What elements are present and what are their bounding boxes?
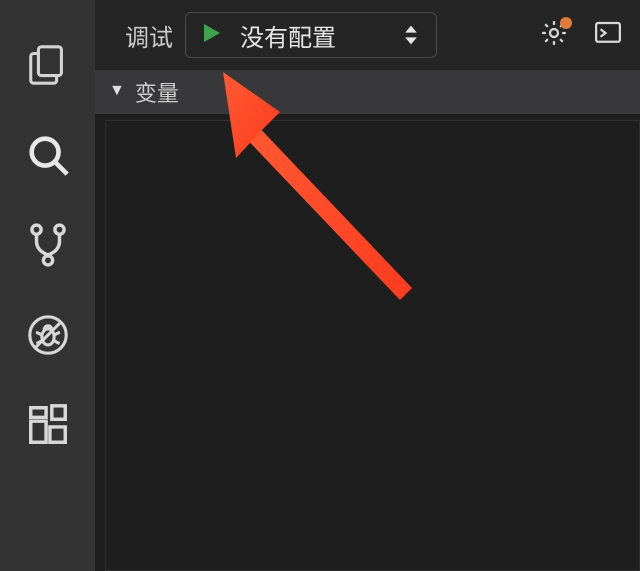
settings-badge <box>560 17 572 29</box>
disclosure-triangle-icon: ▼ <box>109 82 125 100</box>
console-icon <box>593 18 623 53</box>
search-icon <box>25 132 71 183</box>
variables-title: 变量 <box>135 76 179 108</box>
variables-panel <box>105 120 640 571</box>
branch-icon <box>25 222 71 273</box>
activity-bar <box>0 0 95 571</box>
extensions-icon <box>25 402 71 453</box>
start-debug-button[interactable] <box>192 16 230 54</box>
activity-search[interactable] <box>0 112 95 202</box>
activity-explorer[interactable] <box>0 22 95 112</box>
debug-config-label: 没有配置 <box>240 18 336 53</box>
debug-toolbar: 调试 没有配置 <box>95 0 640 70</box>
debug-config-group: 没有配置 <box>185 12 437 58</box>
debug-console-button[interactable] <box>586 13 630 57</box>
debug-config-select[interactable]: 没有配置 <box>230 13 430 57</box>
activity-source-control[interactable] <box>0 202 95 292</box>
play-icon <box>199 21 223 50</box>
debug-title: 调试 <box>125 18 173 53</box>
debug-sidebar: 调试 没有配置 <box>95 0 640 571</box>
activity-extensions[interactable] <box>0 382 95 472</box>
variables-section-header[interactable]: ▼ 变量 <box>95 70 640 114</box>
activity-debug[interactable] <box>0 292 95 382</box>
select-arrows-icon <box>402 21 420 49</box>
files-icon <box>25 42 71 93</box>
debug-settings-button[interactable] <box>532 13 576 57</box>
bug-disabled-icon <box>25 312 71 363</box>
